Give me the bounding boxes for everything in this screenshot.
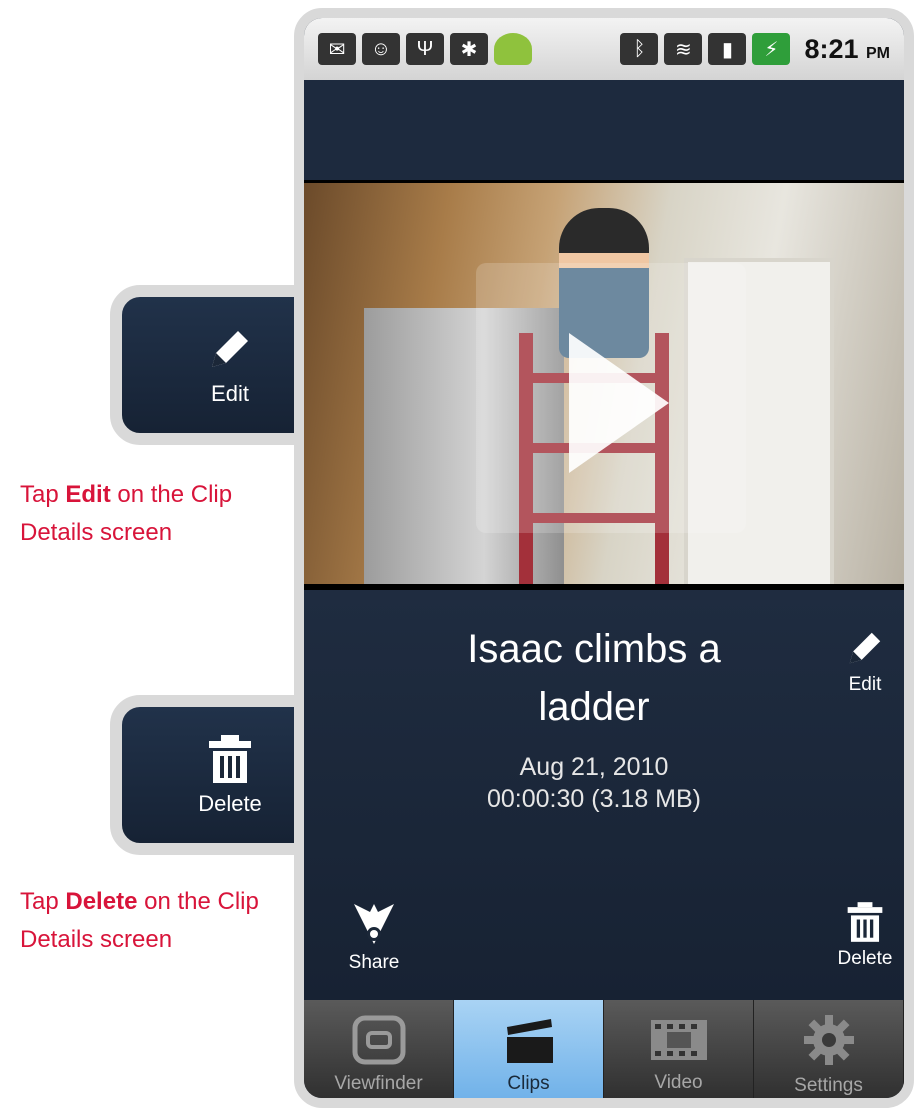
bluetooth-icon: ᛒ — [620, 33, 659, 65]
clip-title: Isaac climbs a ladder — [467, 627, 721, 729]
clip-date: Aug 21, 2010 — [519, 753, 669, 781]
gmail-icon: ✉ — [318, 33, 356, 65]
status-bar: ✉ ☺ Ψ ✱ ᛒ ≋ ▮ ⚡ 8:21 PM — [304, 18, 904, 80]
tab-viewfinder-label: Viewfinder — [334, 1073, 423, 1094]
viewfinder-icon — [352, 1015, 405, 1065]
usb-icon: Ψ — [406, 33, 444, 65]
phone-screen: ✉ ☺ Ψ ✱ ᛒ ≋ ▮ ⚡ 8:21 PM Isaac climbs a l… — [294, 8, 914, 1108]
status-time: 8:21 PM — [804, 33, 890, 64]
android-icon — [494, 33, 532, 65]
bottom-tab-bar: Viewfinder Clips Video Settings — [304, 1000, 904, 1098]
share-icon — [354, 904, 394, 944]
debug-icon: ✱ — [450, 33, 488, 65]
clip-details-panel: Isaac climbs a ladder Aug 21, 2010 00:00… — [304, 590, 904, 1000]
delete-button-label: Delete — [837, 948, 893, 969]
delete-caption: Tap Delete on the Clip Details screen — [20, 883, 280, 959]
clip-duration-size: 00:00:30 (3.18 MB) — [486, 785, 701, 813]
trash-icon — [847, 902, 883, 942]
tab-viewfinder[interactable]: Viewfinder — [304, 1000, 454, 1098]
tab-settings[interactable]: Settings — [754, 1000, 904, 1098]
pencil-icon — [212, 331, 248, 367]
delete-callout-label: Delete — [198, 791, 262, 816]
film-strip-icon — [650, 1020, 707, 1060]
edit-caption-bold: Edit — [65, 481, 111, 508]
tab-video-label: Video — [654, 1072, 703, 1093]
tab-clips-label: Clips — [507, 1073, 550, 1094]
play-icon[interactable] — [569, 333, 669, 473]
edit-callout-label: Edit — [211, 381, 249, 406]
header-band — [304, 80, 904, 180]
battery-icon: ⚡ — [752, 33, 791, 65]
share-button-label: Share — [348, 952, 400, 973]
tab-settings-label: Settings — [794, 1075, 863, 1096]
edit-button-label: Edit — [848, 674, 882, 695]
gear-icon — [803, 1015, 854, 1065]
pencil-icon — [849, 632, 881, 664]
edit-button[interactable]: Edit — [820, 626, 904, 696]
delete-caption-bold: Delete — [65, 888, 138, 915]
delete-caption-prefix: Tap — [20, 888, 66, 915]
edit-caption: Tap Edit on the Clip Details screen — [20, 476, 280, 552]
tab-clips[interactable]: Clips — [454, 1000, 604, 1098]
wifi-icon: ≋ — [664, 33, 703, 65]
sms-icon: ☺ — [362, 33, 400, 65]
tab-video[interactable]: Video — [604, 1000, 754, 1098]
delete-button[interactable]: Delete — [820, 900, 904, 970]
trash-icon — [209, 735, 251, 783]
signal-icon: ▮ — [708, 33, 747, 65]
video-thumbnail[interactable] — [304, 180, 904, 590]
edit-caption-prefix: Tap — [20, 481, 66, 508]
clapperboard-icon — [506, 1019, 553, 1063]
share-button[interactable]: Share — [334, 900, 414, 974]
